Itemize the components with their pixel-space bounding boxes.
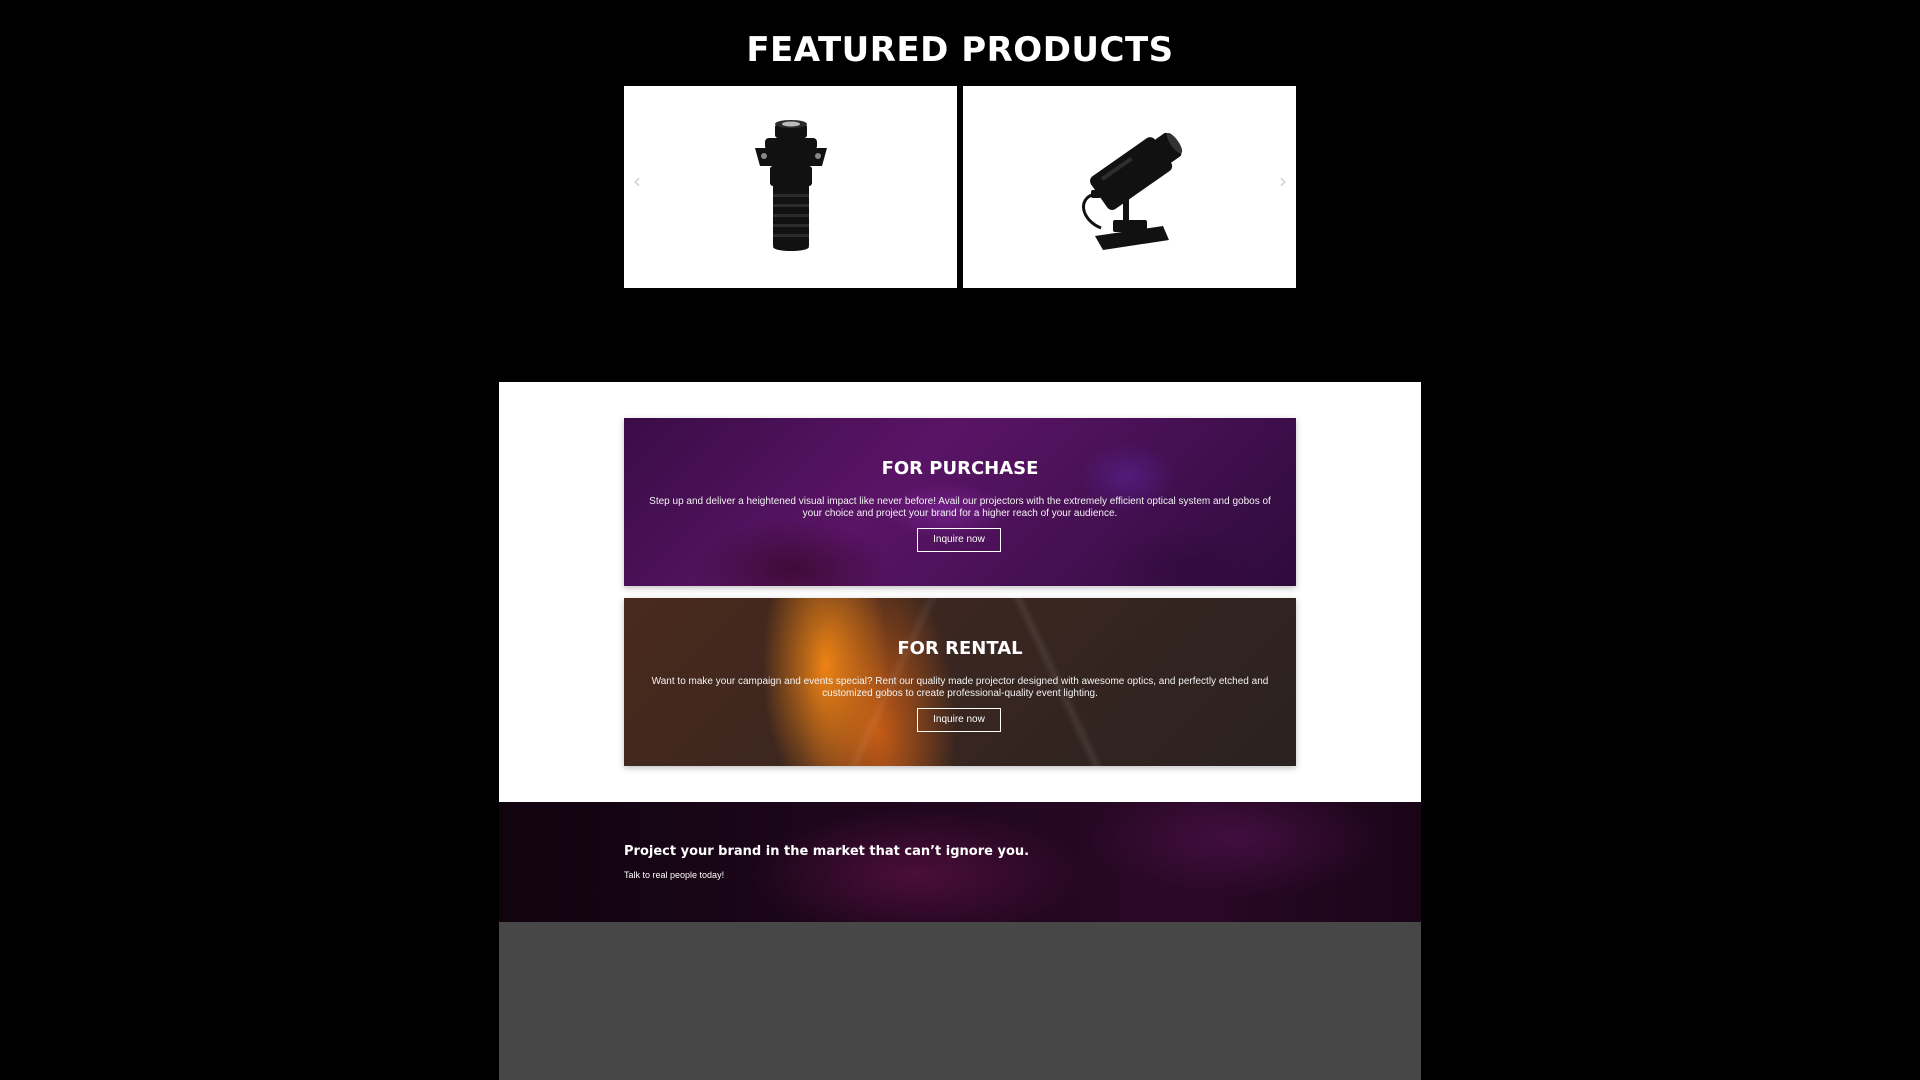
purchase-banner-text: Step up and deliver a heightened visual … (649, 496, 1271, 519)
product-card-1[interactable] (624, 86, 957, 288)
carousel-next-arrow-icon[interactable]: › (1276, 170, 1290, 192)
carousel-prev-arrow-icon[interactable]: ‹ (630, 170, 644, 192)
purchase-banner: FOR PURCHASE Step up and deliver a heigh… (624, 418, 1296, 586)
purchase-banner-title: FOR PURCHASE (881, 458, 1039, 479)
footer-placeholder (499, 922, 1421, 1080)
cta-subtext: Talk to real people today! (624, 870, 725, 880)
purchase-inquire-button[interactable]: Inquire now (917, 528, 1001, 552)
rental-banner-title: FOR RENTAL (897, 638, 1023, 659)
cta-section: Project your brand in the market that ca… (499, 802, 1421, 922)
product-card-2[interactable] (963, 86, 1296, 288)
rental-inquire-button[interactable]: Inquire now (917, 708, 1001, 732)
featured-products-title: FEATURED PRODUCTS (746, 30, 1174, 70)
rental-banner-text: Want to make your campaign and events sp… (651, 676, 1269, 699)
cta-heading: Project your brand in the market that ca… (624, 844, 1030, 859)
gobo-projector-mount-icon (1082, 132, 1183, 250)
spot-projector-lens-icon (755, 120, 827, 251)
rental-banner: FOR RENTAL Want to make your campaign an… (624, 598, 1296, 766)
